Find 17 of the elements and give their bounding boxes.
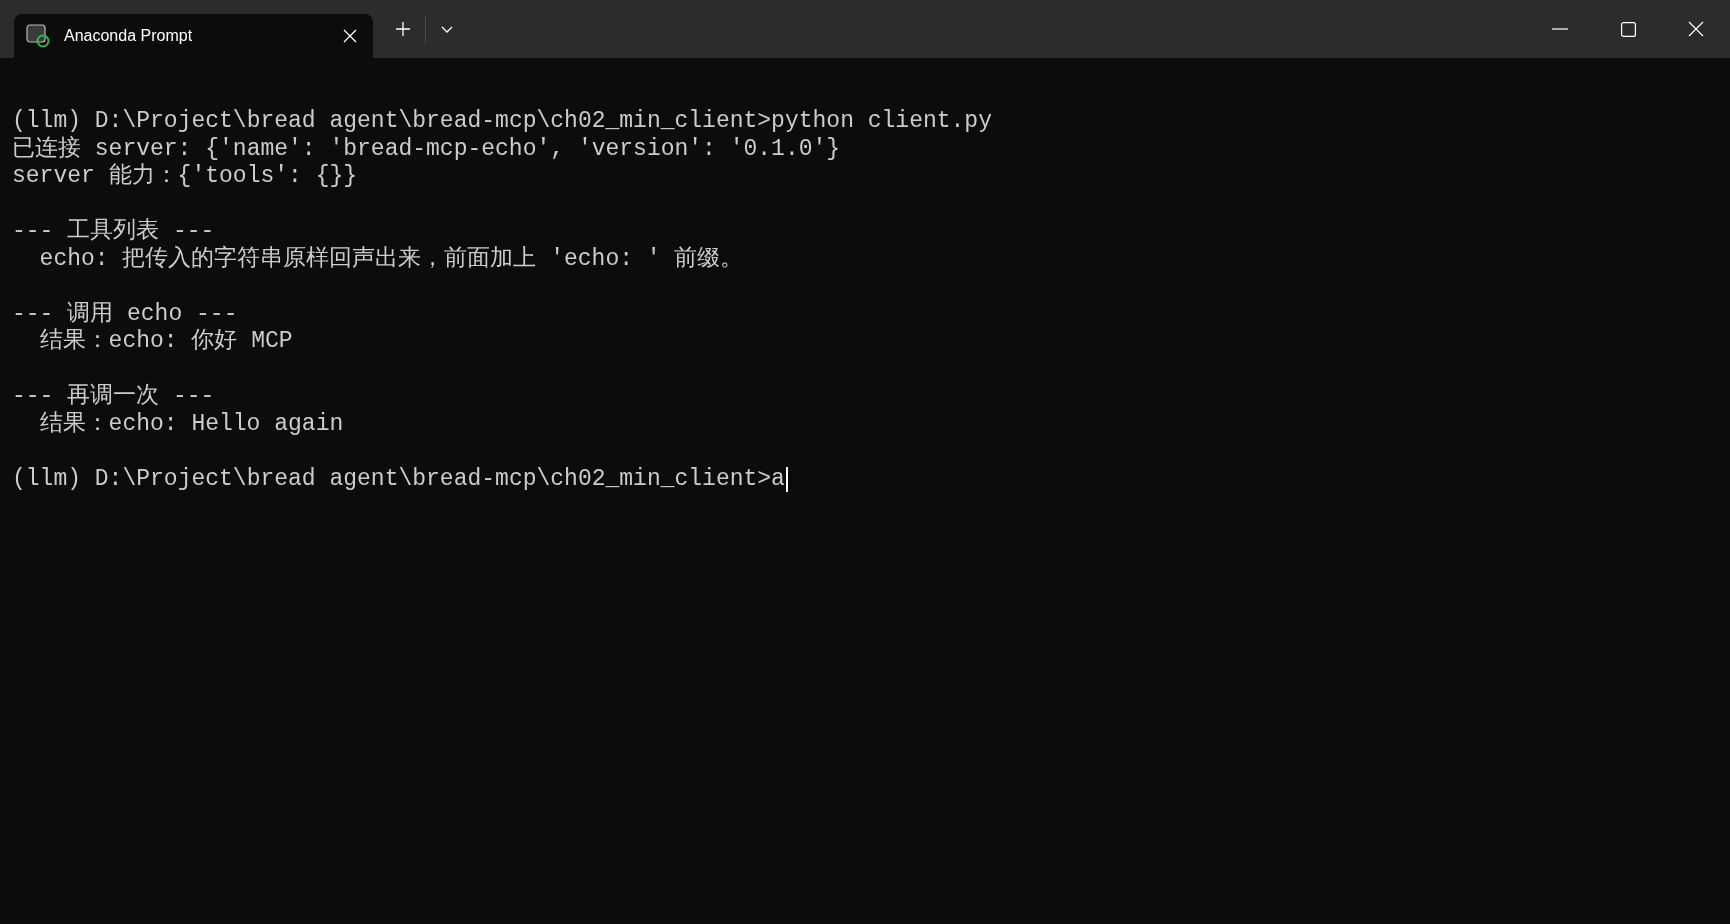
terminal-line: (llm) D:\Project\bread agent\bread-mcp\ch02_min_client>a (12, 465, 785, 493)
close-icon (1688, 21, 1704, 37)
terminal-line: --- 调用 echo --- (12, 300, 238, 328)
close-icon (343, 29, 357, 43)
terminal-line: (llm) D:\Project\bread agent\bread-mcp\ch02_min_client>python client.py (12, 108, 992, 136)
plus-icon (395, 21, 411, 37)
terminal-line: 结果：echo: Hello again (39, 410, 344, 438)
terminal-line: echo: 把传入的字符串原样回声出来，前面加上 'echo: ' 前缀。 (39, 245, 744, 273)
tab-title[interactable]: Anaconda Prompt (64, 24, 193, 48)
maximize-icon (1620, 21, 1636, 37)
terminal-line: --- 工具列表 --- (12, 218, 215, 245)
terminal-line: server 能力：{'tools': {}} (12, 163, 358, 191)
terminal-line: --- 再调一次 --- (12, 383, 215, 411)
minimize-icon (1552, 28, 1568, 30)
terminal-icon (26, 24, 50, 48)
terminal-line: 结果：echo: 你好 MCP (39, 328, 293, 356)
terminal-line: 已连接 server: {'name': 'bread-mcp-echo', 'version': '0.1.0'} (12, 135, 841, 163)
